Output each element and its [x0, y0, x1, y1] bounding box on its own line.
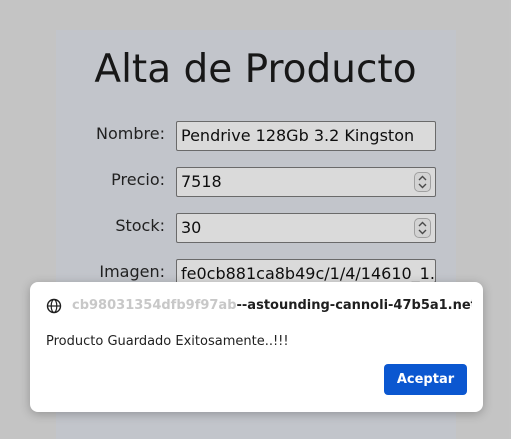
- alert-dialog: cb98031354dfb9f97ab--astounding-cannoli-…: [30, 282, 483, 412]
- dialog-origin-host: --astounding-cannoli-47b5a1.netlify.app: [236, 298, 472, 313]
- accept-button[interactable]: Aceptar: [384, 364, 467, 395]
- globe-icon: [46, 298, 62, 314]
- dialog-origin-faded: cb98031354dfb9f97ab: [72, 298, 237, 313]
- dialog-message: Producto Guardado Exitosamente..!!!: [46, 334, 289, 349]
- dialog-origin: cb98031354dfb9f97ab--astounding-cannoli-…: [72, 298, 472, 314]
